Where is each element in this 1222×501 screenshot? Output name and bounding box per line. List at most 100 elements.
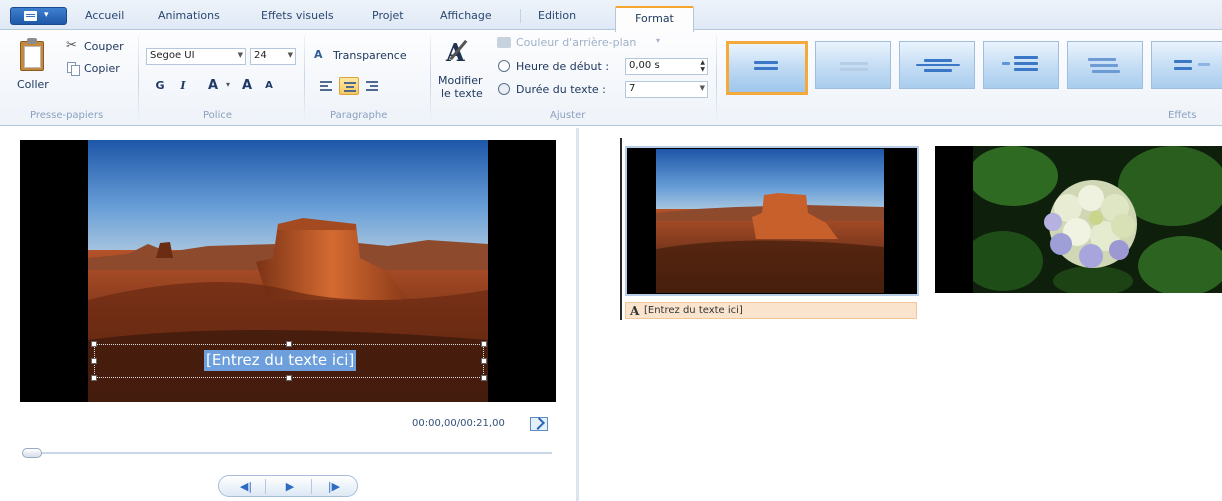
ribbon-panel: Coller ✂ Couper Copier Presse-papiers Se… <box>0 30 1222 126</box>
storyboard-clip-flower[interactable] <box>935 146 1222 293</box>
edit-text-icon: A <box>444 38 470 68</box>
fullscreen-button[interactable] <box>530 417 548 431</box>
resize-handle[interactable] <box>91 375 97 381</box>
chevron-down-icon: ▼ <box>287 51 293 59</box>
chevron-down-icon: ▾ <box>226 80 231 89</box>
resize-handle[interactable] <box>286 375 292 381</box>
adjust-group-label: Ajuster <box>550 110 586 121</box>
effect-slide[interactable] <box>1151 41 1222 89</box>
align-left-button[interactable] <box>316 77 336 95</box>
start-time-label: Heure de début : <box>516 60 610 73</box>
copy-icon <box>67 62 81 76</box>
resize-handle[interactable] <box>91 341 97 347</box>
tab-accueil[interactable]: Accueil <box>85 9 124 22</box>
chevron-down-icon: ▾ <box>656 36 661 45</box>
resize-handle[interactable] <box>481 375 487 381</box>
transparency-label: Transparence <box>333 49 407 62</box>
edit-text-label-line2: le texte <box>441 87 483 100</box>
desert-thumbnail <box>656 149 884 293</box>
edit-text-label-line1: Modifier <box>438 74 483 87</box>
chevron-down-icon: ▾ <box>44 10 49 20</box>
divider <box>311 479 312 494</box>
ribbon-tab-bar: ▾ Accueil Animations Effets visuels Proj… <box>0 0 1222 32</box>
resize-handle[interactable] <box>481 341 487 347</box>
clipboard-icon <box>19 38 46 72</box>
font-family-select[interactable]: Segoe UI ▼ <box>146 48 246 65</box>
font-group-label: Police <box>203 110 232 121</box>
effect-scroll[interactable] <box>1067 41 1143 89</box>
storyboard-caption-text: [Entrez du texte ici] <box>644 305 743 316</box>
next-frame-button[interactable]: |▶ <box>319 479 349 494</box>
italic-button[interactable]: I <box>174 77 192 95</box>
tab-affichage[interactable]: Affichage <box>440 9 492 22</box>
paste-label: Coller <box>17 78 49 91</box>
resize-handle[interactable] <box>286 341 292 347</box>
scissors-icon: ✂ <box>66 38 77 53</box>
cut-label: Couper <box>84 40 124 53</box>
play-button[interactable]: ▶ <box>275 479 305 494</box>
clock-icon <box>498 60 510 72</box>
align-center-button[interactable] <box>339 77 359 95</box>
effect-fly-in[interactable] <box>899 41 975 89</box>
transparency-icon: A <box>314 48 323 61</box>
storyboard-caption-bar[interactable]: A [Entrez du texte ici] <box>625 302 917 319</box>
group-separator <box>304 36 305 122</box>
flower-thumbnail <box>973 146 1222 293</box>
start-time-input[interactable]: 0,00 s ▲ ▼ <box>625 58 708 75</box>
copy-button[interactable]: Copier <box>64 61 134 77</box>
playback-timecode: 00:00,00/00:21,00 <box>412 418 505 429</box>
duration-label: Durée du texte : <box>516 83 606 96</box>
align-right-button[interactable] <box>362 77 382 95</box>
resize-handle[interactable] <box>481 358 487 364</box>
bold-button[interactable]: G <box>151 77 169 95</box>
tab-edition[interactable]: Edition <box>538 9 576 22</box>
edit-text-button[interactable]: A Modifier le texte <box>434 34 486 102</box>
pane-splitter[interactable] <box>576 128 579 501</box>
font-size-value: 24 <box>254 50 267 61</box>
tab-format-label: Format <box>635 12 674 25</box>
application-menu-button[interactable]: ▾ <box>10 7 67 25</box>
video-preview[interactable]: [Entrez du texte ici] <box>20 140 556 402</box>
tab-projet[interactable]: Projet <box>372 9 404 22</box>
seek-slider[interactable] <box>24 452 552 454</box>
previous-frame-button[interactable]: ◀| <box>231 479 261 494</box>
duration-value: 7 <box>629 83 636 94</box>
tab-effets-visuels[interactable]: Effets visuels <box>261 9 334 22</box>
seek-slider-thumb[interactable] <box>22 448 42 458</box>
divider <box>265 479 266 494</box>
copy-label: Copier <box>84 62 120 75</box>
cut-button[interactable]: ✂ Couper <box>64 39 134 55</box>
caption-overlay-text[interactable]: [Entrez du texte ici] <box>204 350 357 371</box>
transparency-button[interactable]: A Transparence <box>314 48 424 65</box>
spinner-arrows-icon[interactable]: ▲ ▼ <box>700 59 705 73</box>
duration-select[interactable]: 7 ▼ <box>625 81 708 98</box>
grow-font-button[interactable]: A <box>238 77 256 95</box>
storyboard-clip-desert[interactable] <box>625 146 919 296</box>
paste-button[interactable]: Coller <box>10 34 52 100</box>
font-color-icon: A <box>207 78 219 93</box>
timeline-cursor[interactable] <box>620 138 622 320</box>
font-color-button[interactable]: A ▾ <box>204 77 236 95</box>
tab-animations[interactable]: Animations <box>158 9 220 22</box>
font-family-value: Segoe UI <box>150 50 195 61</box>
tab-separator <box>520 9 521 23</box>
group-separator <box>138 36 139 122</box>
background-color-label: Couleur d'arrière-plan <box>516 36 637 49</box>
document-icon <box>24 11 37 21</box>
caption-icon: A <box>630 304 640 318</box>
tab-format[interactable]: Format <box>615 6 694 32</box>
shrink-font-button[interactable]: A <box>260 77 278 95</box>
chevron-down-icon: ▼ <box>699 84 705 92</box>
group-separator <box>716 36 717 122</box>
effect-zoom[interactable] <box>983 41 1059 89</box>
effect-none[interactable] <box>726 41 808 95</box>
effect-fade[interactable] <box>815 41 891 89</box>
effects-group-label: Effets <box>1168 110 1197 121</box>
duration-icon <box>498 83 510 95</box>
font-size-select[interactable]: 24 ▼ <box>250 48 296 65</box>
resize-handle[interactable] <box>91 358 97 364</box>
playback-controls: ◀| ▶ |▶ <box>218 475 358 497</box>
group-separator <box>430 36 431 122</box>
paint-bucket-icon <box>497 37 511 48</box>
paragraph-group-label: Paragraphe <box>330 110 388 121</box>
